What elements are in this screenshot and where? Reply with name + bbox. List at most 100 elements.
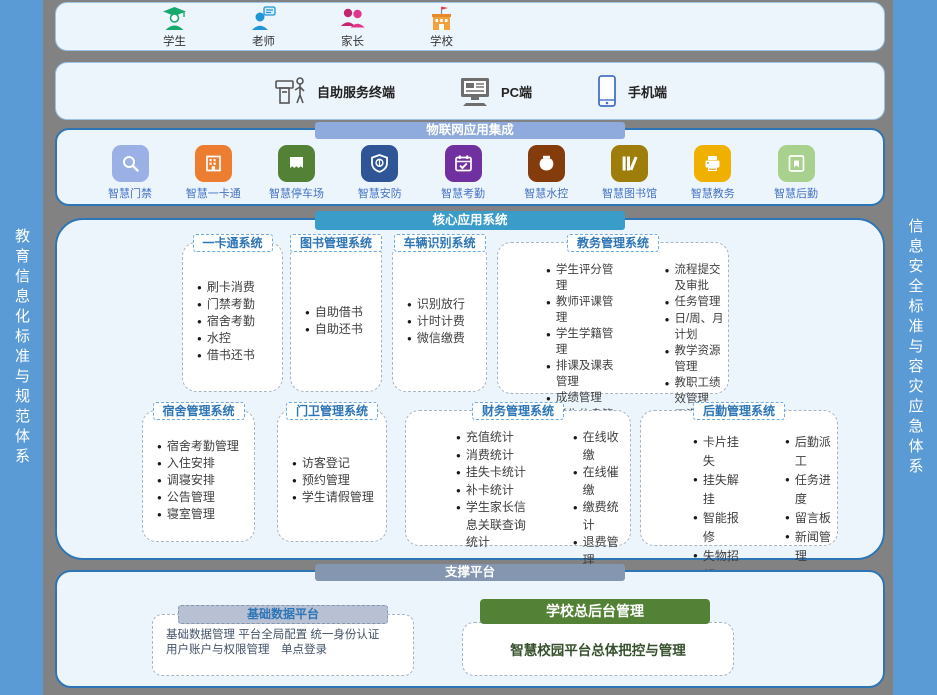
- system-item-list: ●后勤派工●任务进度●留言板●新闻管理: [745, 433, 835, 543]
- iot-parking: 智慧停车场: [262, 145, 332, 201]
- bullet-icon: ●: [197, 296, 202, 313]
- bullet-icon: ●: [305, 321, 310, 338]
- list-item: ●入住安排: [157, 455, 250, 472]
- terminal-label: 自助服务终端: [317, 82, 395, 101]
- iot-label: 智慧一卡通: [186, 185, 241, 201]
- system-title: 教务管理系统: [567, 234, 659, 252]
- list-item: ●缴费统计: [573, 499, 628, 534]
- iot-label: 智慧门禁: [108, 185, 152, 201]
- bullet-icon: ●: [546, 294, 551, 326]
- user-school: 学校: [428, 5, 455, 49]
- user-label: 学校: [430, 33, 453, 49]
- base-platform-line1: 基础数据管理 平台全局配置 统一身份认证: [166, 628, 405, 643]
- support-header-bar: 支撑平台: [315, 564, 625, 581]
- iot-library: 智慧图书馆: [595, 145, 665, 201]
- list-item: ●新闻管理: [785, 528, 835, 566]
- list-item: ●挂失解挂: [693, 471, 745, 509]
- system-item-list: ●学生评分管理●教师评课管理●学生学籍管理●排课及课表管理●成绩管理●学生信息管…: [506, 262, 625, 391]
- list-item: ●任务管理: [665, 294, 726, 311]
- list-item: ●补卡统计: [456, 482, 533, 500]
- list-item: ●智能报修: [693, 509, 745, 547]
- right-sidebar-text: 信息安全标准与容灾应急体系: [905, 218, 926, 478]
- bullet-icon: ●: [456, 464, 461, 482]
- base-data-platform-box: 基础数据平台 基础数据管理 平台全局配置 统一身份认证 用户账户与权限管理 单点…: [152, 614, 414, 676]
- list-item: ●在线催缴: [573, 464, 628, 499]
- parking-icon: [278, 145, 315, 182]
- list-item: ●访客登记: [292, 455, 382, 472]
- bullet-icon: ●: [305, 304, 310, 321]
- bullet-icon: ●: [665, 343, 670, 375]
- system-item-list: ●宿舍考勤管理●入住安排●调寝安排●公告管理●寝室管理: [143, 411, 254, 541]
- iot-academic: 智慧教务: [678, 145, 748, 201]
- user-label: 学生: [163, 33, 186, 49]
- bullet-icon: ●: [157, 472, 162, 489]
- user-parents: 家长: [339, 5, 366, 49]
- system-title: 后勤管理系统: [693, 402, 785, 420]
- bullet-icon: ●: [693, 509, 698, 547]
- bullet-icon: ●: [292, 472, 297, 489]
- bullet-icon: ●: [785, 433, 790, 471]
- iot-label: 智慧安防: [358, 185, 402, 201]
- user-teacher: 老师: [250, 5, 277, 49]
- list-item: ●留言板: [785, 509, 835, 528]
- bullet-icon: ●: [665, 294, 670, 311]
- bullet-icon: ●: [546, 358, 551, 390]
- system-item-list: ●刷卡消费●门禁考勤●宿舍考勤●水控●借书还书: [183, 243, 282, 391]
- list-item: ●卡片挂失: [693, 433, 745, 471]
- system-item-list: ●识别放行●计时计费●微信缴费: [393, 243, 486, 391]
- core-header-bar: 核心应用系统: [315, 211, 625, 230]
- list-item: ●消费统计: [456, 447, 533, 465]
- left-sidebar-text: 教育信息化标准与规范体系: [11, 228, 32, 468]
- list-item: ●预约管理: [292, 472, 382, 489]
- system-box-finance: 财务管理系统 ●充值统计●消费统计●挂失卡统计●补卡统计●学生家长信息关联查询统…: [405, 410, 631, 546]
- bullet-icon: ●: [573, 464, 578, 499]
- list-item: ●公告管理: [157, 489, 250, 506]
- right-sidebar: 信息安全标准与容灾应急体系: [893, 0, 937, 695]
- smart-campus-architecture-diagram: 教育信息化标准与规范体系 信息安全标准与容灾应急体系 学生 老师: [0, 0, 937, 695]
- iot-logistics: 智慧后勤: [761, 145, 831, 201]
- bullet-icon: ●: [573, 429, 578, 464]
- system-box-onecard: 一卡通系统 ●刷卡消费●门禁考勤●宿舍考勤●水控●借书还书: [182, 242, 283, 392]
- list-item: ●宿舍考勤: [197, 313, 278, 330]
- phone-icon: [594, 74, 620, 108]
- user-label: 家长: [341, 33, 364, 49]
- list-item: ●在线收缴: [573, 429, 628, 464]
- list-item: ●寝室管理: [157, 506, 250, 523]
- teacher-icon: [250, 5, 277, 32]
- list-item: ●学生评分管理: [546, 262, 625, 294]
- bullet-icon: ●: [456, 447, 461, 465]
- system-item-list: ●在线收缴●在线催缴●缴费统计●退费管理●退费统计●......: [533, 429, 628, 543]
- list-item: ●后勤派工: [785, 433, 835, 471]
- list-item: ●计时计费: [407, 313, 482, 330]
- bullet-icon: ●: [546, 326, 551, 358]
- user-student: 学生: [161, 5, 188, 49]
- iot-label: 智慧水控: [524, 185, 568, 201]
- water-control-icon: [528, 145, 565, 182]
- system-item-list: ●自助借书●自助还书: [291, 243, 381, 391]
- iot-water: 智慧水控: [511, 145, 581, 201]
- system-box-gate: 门卫管理系统 ●访客登记●预约管理●学生请假管理: [277, 410, 387, 542]
- support-platform-panel: 支撑平台 基础数据平台 基础数据管理 平台全局配置 统一身份认证 用户账户与权限…: [55, 570, 885, 688]
- school-admin-desc: 智慧校园平台总体把控与管理: [510, 639, 686, 659]
- bullet-icon: ●: [407, 330, 412, 347]
- list-item: ●学生家长信息关联查询统计: [456, 499, 533, 552]
- system-title: 车辆识别系统: [393, 234, 485, 252]
- bullet-icon: ●: [292, 489, 297, 506]
- iot-onecard: 智慧一卡通: [178, 145, 248, 201]
- bullet-icon: ●: [785, 528, 790, 566]
- terminal-kiosk: 自助服务终端: [273, 73, 395, 109]
- system-title: 图书管理系统: [290, 234, 382, 252]
- logistics-clipboard-icon: [778, 145, 815, 182]
- bullet-icon: ●: [197, 330, 202, 347]
- bullet-icon: ●: [665, 375, 670, 407]
- bullet-icon: ●: [157, 455, 162, 472]
- list-item: ●识别放行: [407, 296, 482, 313]
- iot-label: 智慧考勤: [441, 185, 485, 201]
- student-icon: [161, 5, 188, 32]
- system-item-list: ●卡片挂失●挂失解挂●智能报修●失物招领: [653, 433, 745, 543]
- terminals-panel: 自助服务终端 PC端 手机端: [55, 62, 885, 120]
- system-title: 宿舍管理系统: [152, 402, 244, 420]
- bullet-icon: ●: [785, 509, 790, 528]
- list-item: ●自助还书: [305, 321, 377, 338]
- iot-label: 智慧后勤: [774, 185, 818, 201]
